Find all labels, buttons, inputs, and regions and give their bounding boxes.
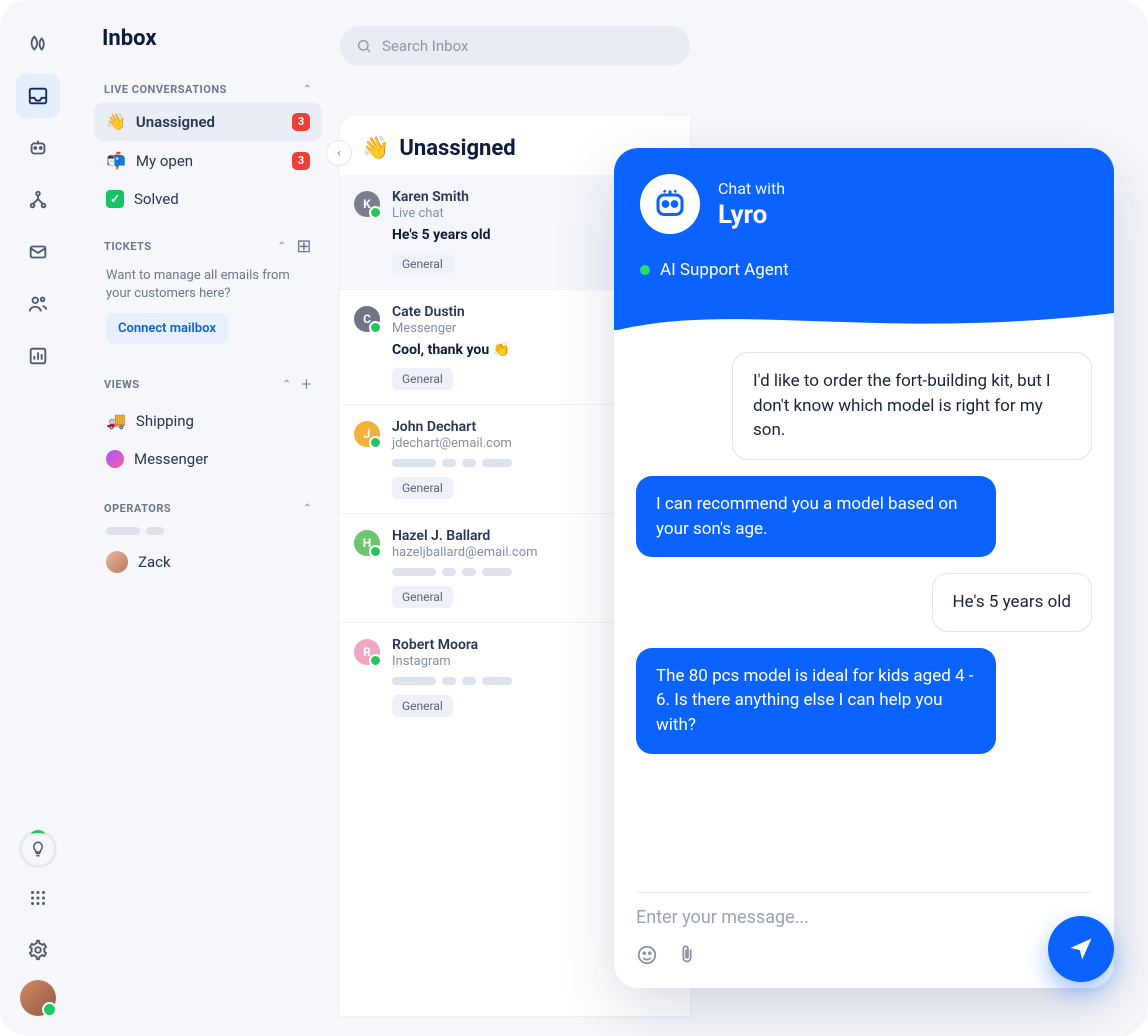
chat-input[interactable] [636, 907, 1092, 928]
rail-settings-icon[interactable] [16, 928, 60, 972]
chat-messages: I'd like to order the fort-building kit,… [614, 330, 1114, 880]
avatar: K [354, 191, 380, 217]
sidebar: Inbox LIVE CONVERSATIONS ⌃ 👋 Unassigned … [76, 0, 332, 1036]
conv-tag: General [392, 253, 453, 275]
rail-logo-icon[interactable] [16, 22, 60, 66]
rail-bot-icon[interactable] [16, 126, 60, 170]
avatar: C [354, 306, 380, 332]
emoji-icon[interactable] [636, 944, 658, 966]
sidebar-item-messenger[interactable]: Messenger [94, 440, 322, 478]
avatar: R [354, 639, 380, 665]
bot-message: The 80 pcs model is ideal for kids aged … [636, 648, 996, 754]
chat-status: AI Support Agent [660, 260, 789, 280]
tickets-note: Want to manage all emails from your cust… [94, 263, 322, 313]
page-title: Inbox [94, 26, 322, 51]
section-operators[interactable]: OPERATORS ⌃ [94, 496, 322, 521]
section-views[interactable]: VIEWS ⌃ + [94, 368, 322, 401]
connect-mailbox-button[interactable]: Connect mailbox [106, 313, 228, 344]
conv-tag: General [392, 368, 453, 390]
avatar: J [354, 421, 380, 447]
chat-with-label: Chat with [718, 179, 785, 198]
chevron-up-icon: ⌃ [303, 503, 312, 514]
chevron-up-icon: ⌃ [303, 84, 312, 95]
add-view-icon[interactable]: + [301, 374, 312, 395]
attachment-icon[interactable] [676, 944, 698, 966]
collapse-list-button[interactable]: ‹ [326, 140, 352, 166]
section-live-conversations[interactable]: LIVE CONVERSATIONS ⌃ [94, 77, 322, 102]
sidebar-item-solved[interactable]: ✓ Solved [94, 180, 322, 218]
conv-tag: General [392, 477, 453, 499]
chevron-up-icon: ⌃ [278, 241, 287, 252]
search-bar[interactable] [340, 26, 690, 66]
rail-inbox-icon[interactable] [16, 74, 60, 118]
rail-user-avatar[interactable] [20, 980, 56, 1016]
user-message: He's 5 years old [932, 573, 1092, 632]
chat-bot-name: Lyro [718, 200, 785, 230]
wave-icon: 👋 [362, 136, 389, 161]
user-message: I'd like to order the fort-building kit,… [732, 352, 1092, 460]
unassigned-badge: 3 [292, 113, 310, 131]
bot-message: I can recommend you a model based on you… [636, 476, 996, 557]
online-dot-icon [640, 265, 650, 275]
nav-rail [0, 0, 76, 1036]
sidebar-item-shipping[interactable]: 🚚 Shipping [94, 401, 322, 440]
check-icon: ✓ [106, 190, 124, 208]
sidebar-item-my-open[interactable]: 📬 My open 3 [94, 141, 322, 180]
operator-zack[interactable]: Zack [94, 541, 322, 583]
conv-tag: General [392, 695, 453, 717]
add-ticket-icon[interactable]: ⊞ [296, 236, 312, 257]
myopen-badge: 3 [292, 152, 310, 170]
rail-mail-icon[interactable] [16, 230, 60, 274]
chat-widget: Chat with Lyro AI Support Agent I'd like… [614, 148, 1114, 988]
search-input[interactable] [382, 37, 674, 55]
sidebar-item-unassigned[interactable]: 👋 Unassigned 3 [94, 102, 322, 141]
avatar: H [354, 530, 380, 556]
chevron-up-icon: ⌃ [282, 379, 291, 390]
rail-flows-icon[interactable] [16, 178, 60, 222]
truck-icon: 🚚 [106, 411, 126, 430]
convlist-title: Unassigned [399, 136, 515, 161]
rail-contacts-icon[interactable] [16, 282, 60, 326]
rail-analytics-icon[interactable] [16, 334, 60, 378]
bot-avatar-icon [640, 174, 700, 234]
chat-header: Chat with Lyro AI Support Agent [614, 148, 1114, 330]
search-icon [356, 38, 372, 54]
wave-icon: 👋 [106, 112, 126, 131]
send-button[interactable] [1048, 916, 1114, 982]
avatar [106, 551, 128, 573]
section-tickets[interactable]: TICKETS ⌃ ⊞ [94, 230, 322, 263]
mailbox-icon: 📬 [106, 151, 126, 170]
conv-tag: General [392, 586, 453, 608]
rail-apps-icon[interactable] [16, 876, 60, 920]
messenger-icon [106, 450, 124, 468]
rail-tips-icon[interactable] [19, 830, 57, 868]
operator-skeleton [94, 521, 322, 541]
